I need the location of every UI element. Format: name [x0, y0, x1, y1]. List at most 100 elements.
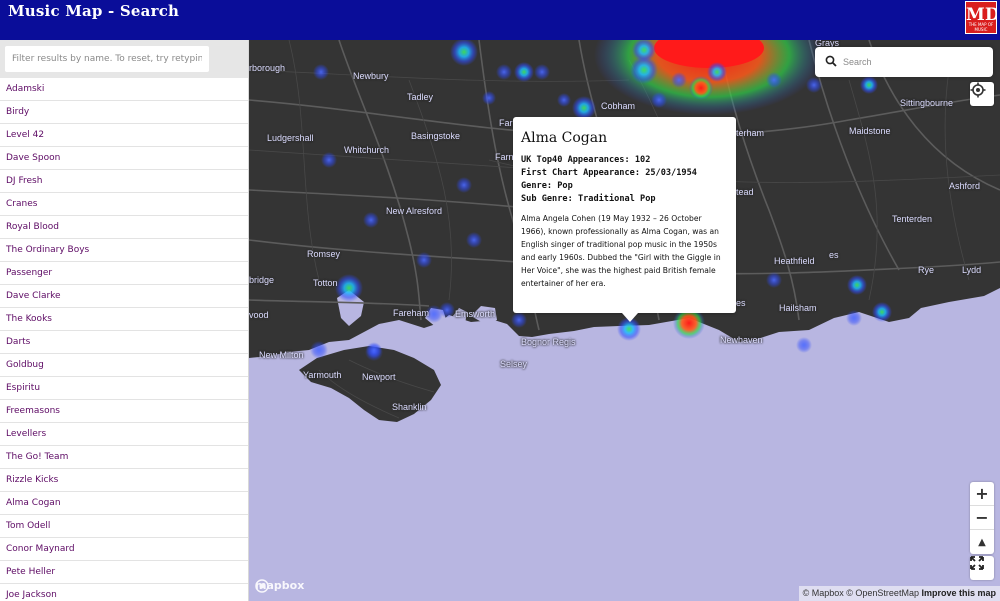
place-label: Tenterden	[892, 214, 933, 224]
stat-label: First Chart Appearance:	[521, 168, 640, 178]
place-label: rborough	[249, 63, 286, 73]
zoom-in-button[interactable]: +	[970, 482, 994, 506]
artist-item[interactable]: Dave Clarke	[0, 285, 248, 308]
heat-spot	[766, 72, 782, 88]
popup-tip	[622, 313, 638, 322]
place-label: Selsey	[500, 359, 528, 369]
artist-item[interactable]: The Go! Team	[0, 446, 248, 469]
heat-spot	[456, 177, 472, 193]
artist-item[interactable]: Adamski	[0, 78, 248, 101]
fullscreen-button[interactable]	[970, 556, 994, 580]
map-canvas[interactable]: Grays Newbury Tadley Cobham Sittingbourn…	[249, 40, 1000, 601]
place-label: Sittingbourne	[900, 98, 954, 108]
osm-attribution-link[interactable]: © OpenStreetMap	[846, 588, 919, 598]
artist-item[interactable]: Passenger	[0, 262, 248, 285]
artist-item[interactable]: Dave Spoon	[0, 147, 248, 170]
heat-spot	[872, 302, 892, 322]
artist-item[interactable]: Darts	[0, 331, 248, 354]
heat-spot	[707, 62, 727, 82]
place-label: Whitchurch	[344, 145, 390, 155]
map-attribution: © Mapbox © OpenStreetMap Improve this ma…	[798, 586, 1000, 601]
artist-item[interactable]: Goldbug	[0, 354, 248, 377]
artist-item[interactable]: Birdy	[0, 101, 248, 124]
artist-item[interactable]: The Kooks	[0, 308, 248, 331]
heat-spot	[482, 91, 496, 105]
artist-item[interactable]: Joe Jackson	[0, 584, 248, 601]
place-label: Romsey	[307, 249, 341, 259]
place-label: tead	[736, 187, 754, 197]
place-label: New Alresford	[386, 206, 443, 216]
artist-item[interactable]: Level 42	[0, 124, 248, 147]
heat-spot	[321, 152, 337, 168]
geolocate-button[interactable]	[970, 82, 994, 106]
artist-item[interactable]: Espiritu	[0, 377, 248, 400]
place-label: Fareham	[393, 308, 430, 318]
heat-spot	[466, 232, 482, 248]
search-icon	[825, 55, 837, 67]
place-label: es	[736, 298, 746, 308]
map-search-box	[815, 47, 993, 77]
place-label: Far	[499, 118, 513, 128]
improve-map-link[interactable]: Improve this map	[921, 588, 996, 598]
mapbox-logo[interactable]: mapbox	[255, 579, 304, 593]
popup-stat-appearances: UK Top40 Appearances: 102	[521, 154, 728, 167]
heat-spot	[651, 92, 667, 108]
heat-spot	[806, 77, 822, 93]
artist-item[interactable]: DJ Fresh	[0, 170, 248, 193]
filter-input[interactable]	[4, 45, 210, 73]
stat-value: 102	[634, 155, 651, 165]
mapbox-attribution-link[interactable]: © Mapbox	[803, 588, 844, 598]
artist-item[interactable]: The Ordinary Boys	[0, 239, 248, 262]
heat-spot	[511, 312, 527, 328]
popup-artist-name: Alma Cogan	[521, 130, 608, 146]
heat-spot	[534, 64, 550, 80]
app-header: Music Map - Search MD THE MAP OF MUSIC	[0, 0, 1000, 40]
place-label: Cobham	[601, 101, 636, 111]
place-label: Heathfield	[774, 256, 815, 266]
site-logo[interactable]: MD THE MAP OF MUSIC	[965, 1, 997, 34]
zoom-out-button[interactable]: −	[970, 506, 994, 530]
place-label: Bognor Regis	[521, 337, 576, 347]
artist-item[interactable]: Freemasons	[0, 400, 248, 423]
artist-item[interactable]: Tom Odell	[0, 515, 248, 538]
place-label: Emsworth	[455, 309, 496, 319]
artist-item[interactable]: Alma Cogan	[0, 492, 248, 515]
crosshair-icon	[970, 82, 986, 98]
place-label: vood	[249, 310, 269, 320]
fullscreen-icon	[970, 556, 984, 570]
place-label: bridge	[249, 275, 275, 285]
heat-spot	[439, 302, 455, 318]
compass-button[interactable]: ▲	[970, 530, 994, 554]
artist-item[interactable]: Levellers	[0, 423, 248, 446]
artist-item[interactable]: Rizzle Kicks	[0, 469, 248, 492]
place-label: Totton	[313, 278, 338, 288]
place-label: Maidstone	[849, 126, 891, 136]
map-search-input[interactable]	[843, 53, 983, 71]
logo-subtitle: THE MAP OF MUSIC	[968, 22, 994, 32]
stat-value: Pop	[557, 181, 573, 191]
heat-spot	[847, 275, 867, 295]
artist-item[interactable]: Royal Blood	[0, 216, 248, 239]
popup-stat-subgenre: Sub Genre: Traditional Pop	[521, 193, 728, 206]
artist-item[interactable]: Cranes	[0, 193, 248, 216]
artist-item[interactable]: Conor Maynard	[0, 538, 248, 561]
stat-value: Traditional Pop	[577, 194, 656, 204]
artist-item[interactable]: Pete Heller	[0, 561, 248, 584]
sidebar: Adamski Birdy Level 42 Dave Spoon DJ Fre…	[0, 40, 249, 601]
place-label: Hailsham	[779, 303, 817, 313]
heat-spot	[514, 62, 534, 82]
heat-spot	[335, 274, 363, 302]
artist-popup: Alma Cogan UK Top40 Appearances: 102 Fir…	[513, 117, 736, 313]
place-label: es	[829, 250, 839, 260]
heat-spot	[766, 272, 782, 288]
heat-spot	[363, 212, 379, 228]
stat-value: 25/03/1954	[645, 168, 697, 178]
place-label: Ashford	[949, 181, 981, 191]
place-label: Ludgershall	[267, 133, 314, 143]
place-label: Farn	[495, 152, 514, 162]
mapbox-icon	[255, 579, 269, 593]
filter-bar	[0, 40, 248, 78]
page-title: Music Map - Search	[8, 2, 180, 20]
heat-spot	[496, 64, 512, 80]
stat-label: UK Top40 Appearances:	[521, 155, 630, 165]
